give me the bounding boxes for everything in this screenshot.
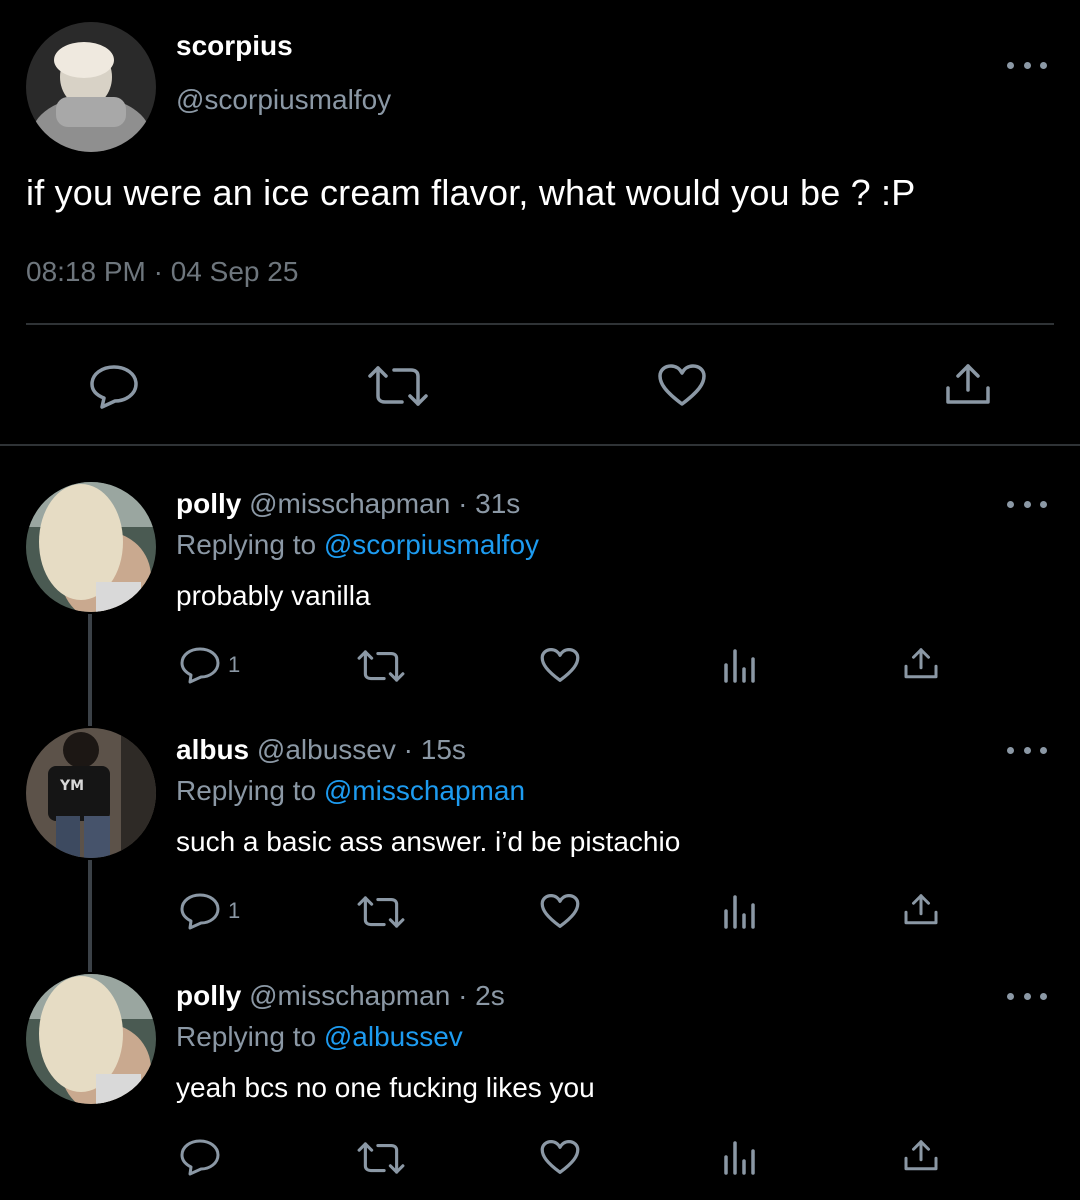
share-icon[interactable] (903, 892, 939, 928)
thread-line (88, 860, 92, 972)
more-icon[interactable] (1007, 742, 1047, 758)
reply-author-name[interactable]: polly (176, 488, 241, 519)
author-handle[interactable]: @scorpiusmalfoy (176, 84, 391, 116)
tweet-timestamp: 08:18 PM · 04 Sep 25 (26, 256, 299, 287)
like-icon[interactable] (539, 892, 581, 930)
retweet-icon[interactable] (356, 894, 406, 930)
replying-label: Replying to (176, 529, 317, 560)
replying-label: Replying to (176, 775, 317, 806)
like-icon[interactable] (539, 1138, 581, 1176)
share-icon[interactable] (903, 646, 939, 682)
mention-link[interactable]: @scorpiusmalfoy (324, 529, 539, 560)
mention-link[interactable]: @albussev (324, 1021, 463, 1052)
replying-to: Replying to @albussev (176, 1021, 463, 1053)
replying-label: Replying to (176, 1021, 317, 1052)
reply-icon[interactable] (178, 645, 222, 685)
retweet-icon[interactable] (356, 648, 406, 684)
analytics-icon[interactable] (722, 647, 760, 683)
reply-header[interactable]: albus @albussev · 15s (176, 734, 466, 766)
reply-author-handle[interactable]: @albussev (257, 734, 396, 765)
divider (0, 444, 1080, 446)
retweet-icon[interactable] (356, 1140, 406, 1176)
reply-time: · 2s (458, 980, 505, 1011)
tweet-text: if you were an ice cream flavor, what wo… (26, 172, 916, 213)
analytics-icon[interactable] (722, 1139, 760, 1175)
avatar-polly[interactable] (26, 482, 156, 612)
like-icon[interactable] (656, 362, 708, 408)
reply-author-name[interactable]: polly (176, 980, 241, 1011)
more-icon[interactable] (1007, 496, 1047, 512)
reply-author-handle[interactable]: @misschapman (249, 980, 450, 1011)
reply-count: 1 (228, 652, 241, 677)
more-icon[interactable] (1007, 57, 1047, 73)
reply-text: probably vanilla (176, 580, 371, 611)
reply-icon[interactable] (178, 891, 222, 931)
reply-icon[interactable] (178, 1137, 222, 1177)
reply-count: 1 (228, 898, 241, 923)
avatar-polly[interactable] (26, 974, 156, 1104)
reply-time: · 31s (458, 488, 521, 519)
reply-header[interactable]: polly @misschapman · 2s (176, 980, 505, 1012)
reply-author-name[interactable]: albus (176, 734, 249, 765)
thread-line (88, 614, 92, 726)
retweet-icon[interactable] (366, 364, 430, 408)
mention-link[interactable]: @misschapman (324, 775, 525, 806)
replying-to: Replying to @misschapman (176, 775, 525, 807)
reply-icon[interactable] (88, 362, 140, 410)
more-icon[interactable] (1007, 988, 1047, 1004)
replying-to: Replying to @scorpiusmalfoy (176, 529, 539, 561)
reply-text: yeah bcs no one fucking likes you (176, 1072, 595, 1103)
analytics-icon[interactable] (722, 893, 760, 929)
author-name[interactable]: scorpius (176, 30, 293, 62)
reply-header[interactable]: polly @misschapman · 31s (176, 488, 520, 520)
divider (26, 323, 1054, 325)
reply-time: · 15s (403, 734, 466, 765)
reply-author-handle[interactable]: @misschapman (249, 488, 450, 519)
avatar-scorpius[interactable] (26, 22, 156, 152)
like-icon[interactable] (539, 646, 581, 684)
svg-text:YM: YM (59, 778, 84, 794)
reply-text: such a basic ass answer. i’d be pistachi… (176, 826, 681, 857)
avatar-albus[interactable]: YM (26, 728, 156, 858)
share-icon[interactable] (944, 362, 992, 408)
share-icon[interactable] (903, 1138, 939, 1174)
